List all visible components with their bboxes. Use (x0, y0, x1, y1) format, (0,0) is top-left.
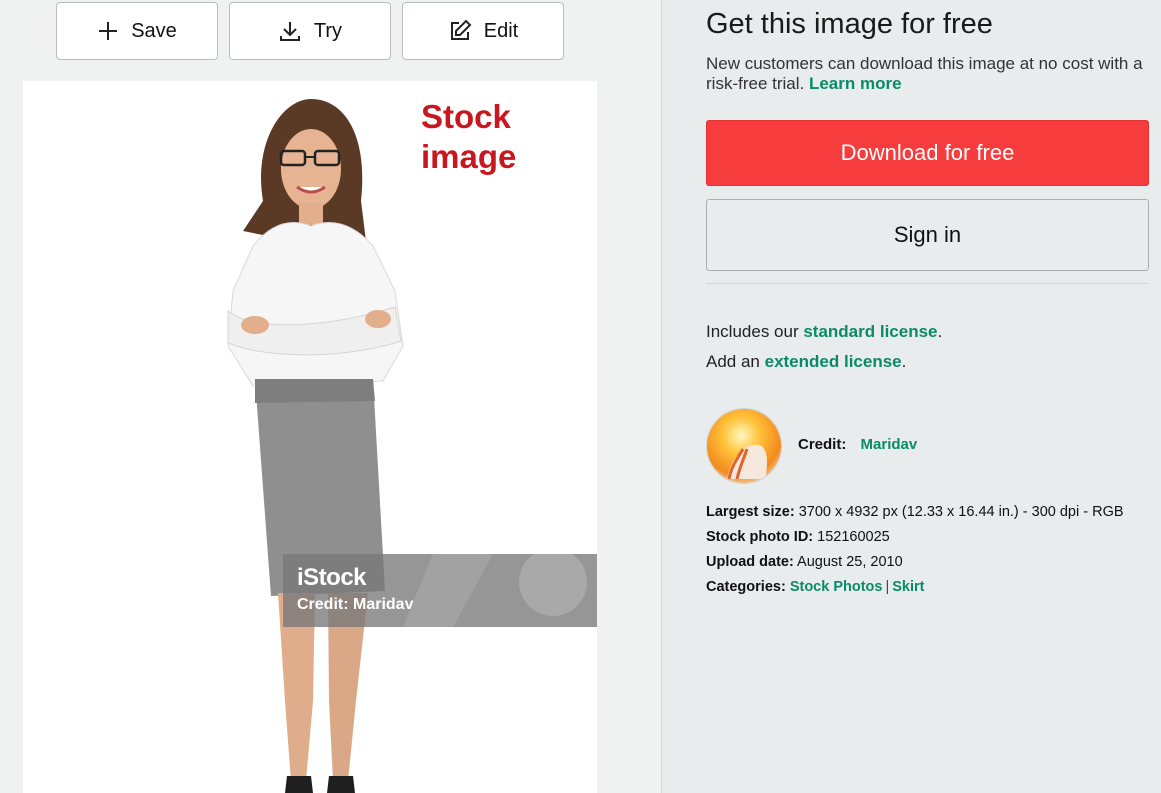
stock-photo[interactable]: Stock image iStock Credit: Maridav (23, 81, 597, 793)
categories-row: Categories: Stock Photos | Skirt (706, 577, 1124, 602)
contributor-link[interactable]: Maridav (861, 436, 918, 453)
upload-date-value: August 25, 2010 (797, 554, 903, 570)
image-preview-area: Save Try Edit Stock image iStock Credit:… (0, 0, 661, 793)
extended-license-link[interactable]: extended license (765, 352, 902, 371)
edit-icon (448, 19, 472, 43)
categories-label: Categories: (706, 579, 786, 595)
edit-label: Edit (483, 19, 519, 42)
stock-label-line1: Stock (421, 98, 511, 135)
try-button[interactable]: Try (229, 2, 391, 60)
stock-label-line2: image (421, 138, 517, 175)
edit-button[interactable]: Edit (402, 2, 564, 60)
purchase-panel: Get this image for free New customers ca… (662, 0, 1161, 793)
panel-title: Get this image for free (706, 8, 993, 40)
extended-prefix: Add an (706, 352, 765, 371)
photo-id-label: Stock photo ID: (706, 529, 814, 545)
download-for-free-button[interactable]: Download for free (706, 120, 1149, 186)
photo-id-value: 152160025 (817, 529, 890, 545)
largest-size-row: Largest size: 3700 x 4932 px (12.33 x 16… (706, 502, 1124, 527)
panel-subtitle: New customers can download this image at… (706, 54, 1156, 94)
save-label: Save (131, 19, 177, 42)
photo-id-row: Stock photo ID: 152160025 (706, 527, 1124, 552)
image-toolbar: Save Try Edit (56, 2, 564, 60)
extended-suffix: . (901, 352, 907, 371)
learn-more-link[interactable]: Learn more (809, 74, 902, 93)
upload-date-label: Upload date: (706, 554, 794, 570)
stock-image-label: Stock image (421, 97, 516, 177)
upload-date-row: Upload date: August 25, 2010 (706, 552, 1124, 577)
download-icon (278, 19, 302, 43)
category-stock-photos-link[interactable]: Stock Photos (790, 579, 883, 595)
largest-size-value: 3700 x 4932 px (12.33 x 16.44 in.) - 300… (798, 504, 1124, 520)
sign-in-button[interactable]: Sign in (706, 199, 1149, 271)
watermark: iStock Credit: Maridav (283, 554, 597, 627)
credit-label: Credit: (798, 436, 847, 453)
plus-icon (97, 20, 119, 42)
divider (706, 283, 1149, 284)
standard-license-link[interactable]: standard license (803, 322, 937, 341)
standard-license-line: Includes our standard license. (706, 322, 942, 342)
image-details: Largest size: 3700 x 4932 px (12.33 x 16… (706, 502, 1124, 602)
try-label: Try (313, 19, 343, 42)
contributor-avatar[interactable] (706, 408, 782, 484)
largest-size-label: Largest size: (706, 504, 795, 520)
subtitle-text: New customers can download this image at… (706, 54, 1143, 93)
watermark-credit: Credit: Maridav (297, 596, 414, 613)
extended-license-line: Add an extended license. (706, 352, 906, 372)
woman-photo-illustration (227, 99, 404, 793)
category-skirt-link[interactable]: Skirt (892, 579, 924, 595)
license-suffix: . (937, 322, 943, 341)
category-separator: | (885, 579, 890, 595)
watermark-logo: iStock (297, 564, 367, 591)
license-prefix: Includes our (706, 322, 804, 341)
save-button[interactable]: Save (56, 2, 218, 60)
credit-line: Credit: Maridav (798, 436, 917, 453)
